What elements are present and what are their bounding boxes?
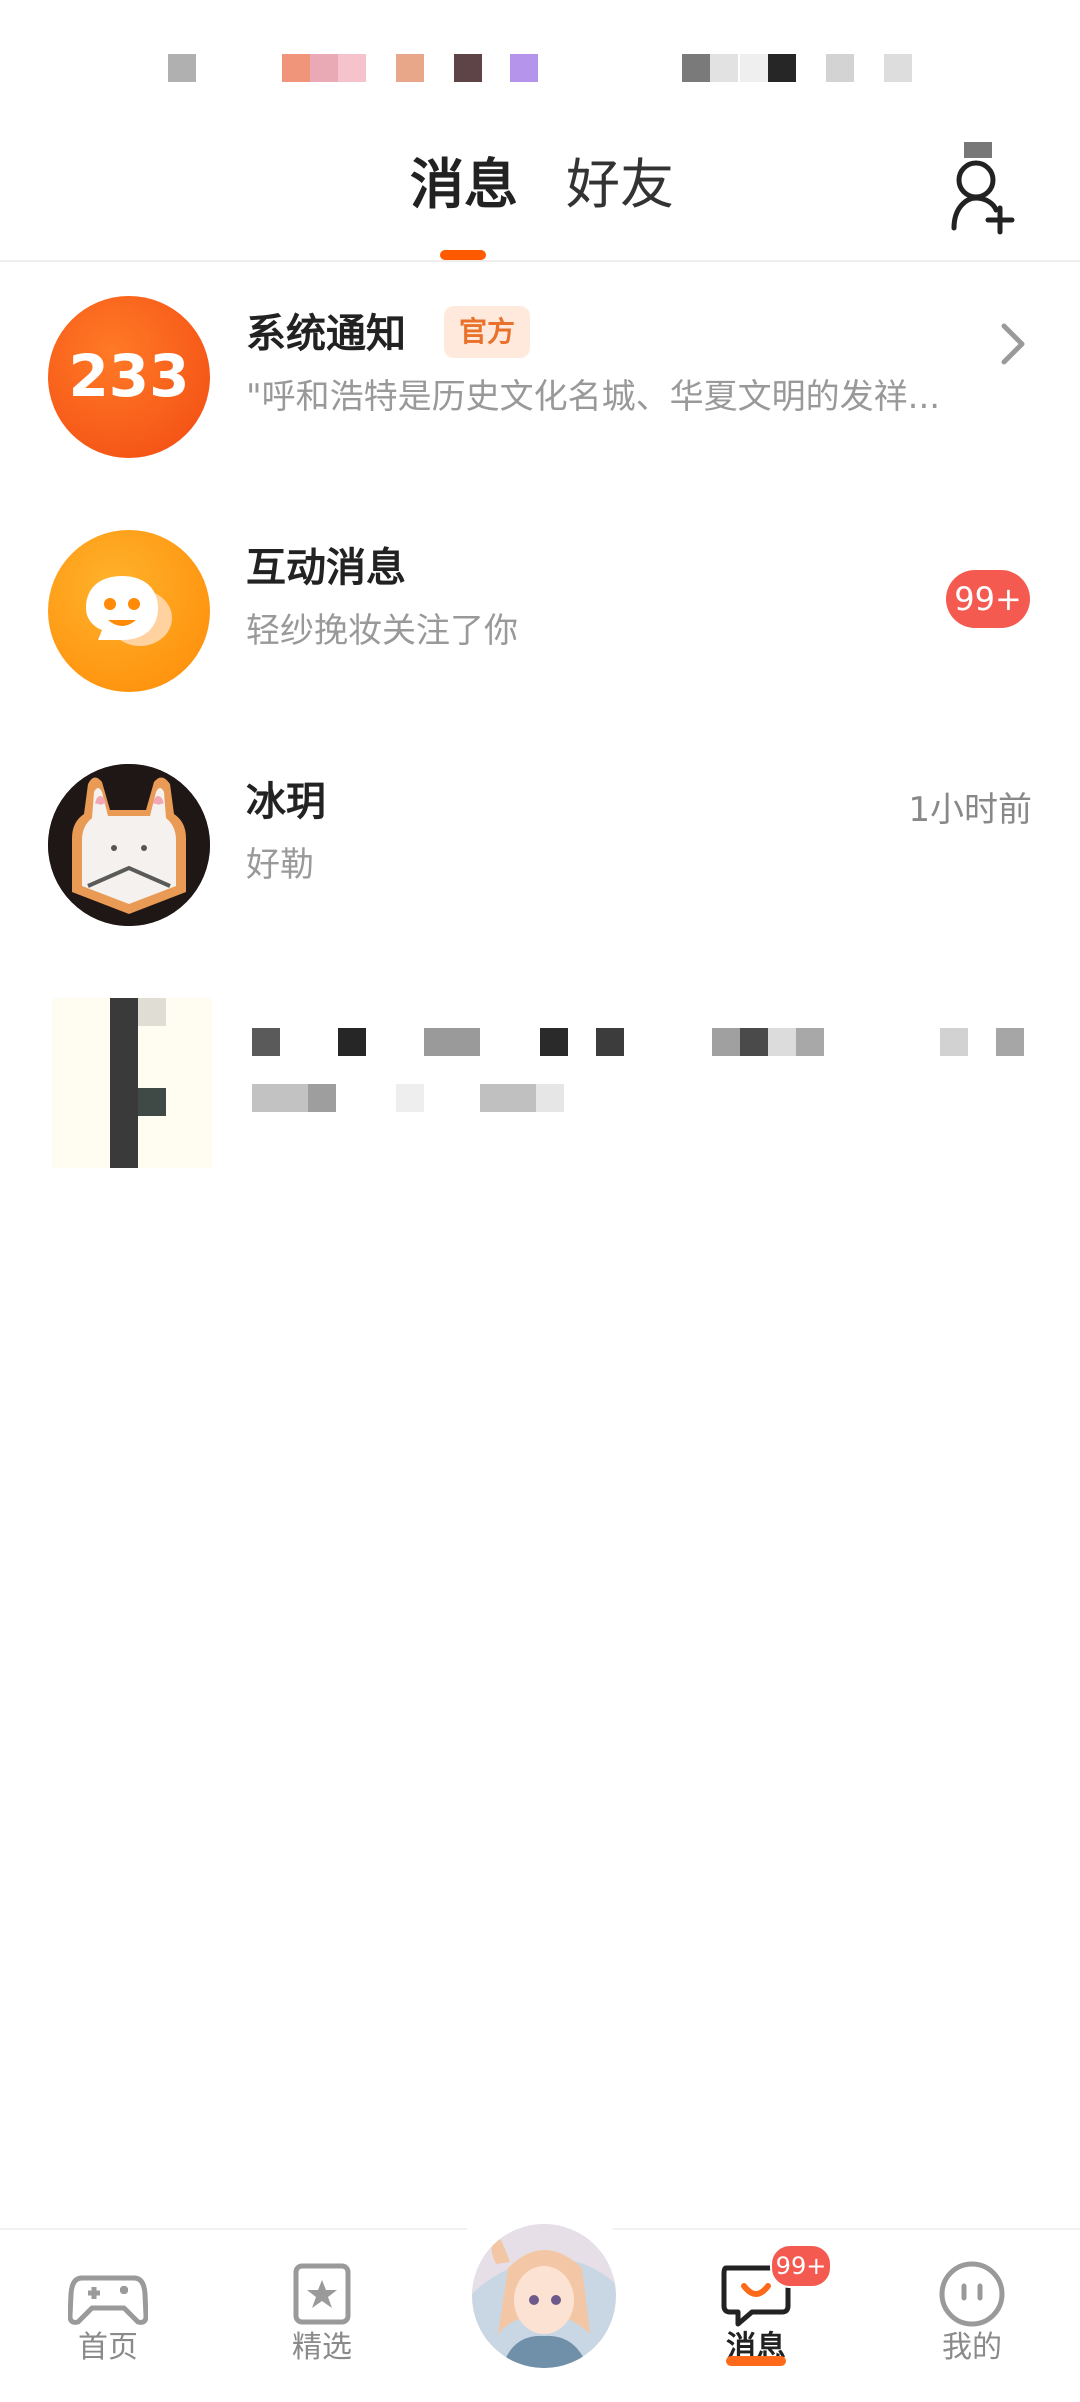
conversation-bingyue[interactable]: 冰玥 好勒 1小时前 (0, 734, 1080, 934)
status-pixel (740, 54, 768, 82)
status-bar (0, 0, 1080, 130)
nav-label: 精选 (292, 2330, 352, 2365)
active-tab-indicator (440, 250, 486, 260)
obscured-text-block (596, 1028, 624, 1056)
obscured-text-block (940, 1028, 968, 1056)
obscured-text-block (308, 1084, 336, 1112)
status-pixel (826, 54, 854, 82)
status-pixel (682, 54, 710, 82)
conversation-preview: 轻纱挽妆关注了你 (246, 611, 518, 651)
avatar-233-text: 233 (68, 342, 189, 410)
unread-badge: 99+ (946, 570, 1030, 628)
avatar-233: 233 (48, 296, 210, 458)
conversation-title: 冰玥 (246, 779, 326, 825)
obscured-text-block (252, 1084, 308, 1112)
nav-me[interactable]: 我的 (902, 2230, 1042, 2402)
conversation-title: 互动消息 (246, 545, 406, 591)
face-icon (932, 2260, 1012, 2330)
obscured-text-block (424, 1028, 480, 1056)
conversation-obscured[interactable] (0, 968, 1080, 1168)
obscured-text-block (796, 1028, 824, 1056)
conversation-system-notice[interactable]: 233 系统通知 官方 "呼和浩特是历史文化名城、华夏文明的发祥... (0, 266, 1080, 466)
top-header: 消息 好友 (0, 130, 1080, 262)
conversation-title: 系统通知 (246, 311, 406, 357)
status-pixel (454, 54, 482, 82)
obscured-text-block (996, 1028, 1024, 1056)
status-pixel (396, 54, 424, 82)
add-person-icon[interactable] (946, 140, 1018, 240)
nav-active-indicator (726, 2356, 786, 2366)
rabbit-toast-avatar (48, 764, 210, 926)
obscured-text-block (740, 1028, 768, 1056)
tab-messages[interactable]: 消息 (410, 150, 518, 220)
obscured-text-block (396, 1084, 424, 1112)
chat-bubble-face-icon (48, 530, 210, 692)
obscured-avatar (52, 998, 212, 1168)
nav-label: 首页 (78, 2330, 138, 2365)
conversation-preview: "呼和浩特是历史文化名城、华夏文明的发祥... (246, 377, 941, 417)
nav-home[interactable]: 首页 (38, 2230, 178, 2402)
status-pixel (168, 54, 196, 82)
obscured-text-block (540, 1028, 568, 1056)
status-pixel (884, 54, 912, 82)
conversation-interaction[interactable]: 互动消息 轻纱挽妆关注了你 99+ (0, 500, 1080, 700)
chevron-right-icon (994, 314, 1034, 374)
gamepad-icon (67, 2260, 149, 2330)
obscured-text-block (338, 1028, 366, 1056)
status-pixel (768, 54, 796, 82)
status-pixel (338, 54, 366, 82)
status-pixel (282, 54, 310, 82)
status-pixel (710, 54, 738, 82)
nav-label: 我的 (942, 2330, 1002, 2365)
status-pixel (310, 54, 338, 82)
nav-unread-badge: 99+ (770, 2244, 832, 2288)
tab-friends[interactable]: 好友 (566, 150, 674, 220)
obscured-text-block (480, 1084, 536, 1112)
obscured-text-block (768, 1028, 796, 1056)
obscured-text-block (712, 1028, 740, 1056)
nav-featured[interactable]: 精选 (252, 2230, 392, 2402)
conversation-time: 1小时前 (908, 790, 1032, 830)
obscured-text-block (536, 1084, 564, 1112)
status-pixel (510, 54, 538, 82)
star-card-icon (282, 2260, 362, 2330)
official-badge: 官方 (444, 306, 530, 358)
conversation-preview: 好勒 (246, 845, 314, 885)
profile-avatar[interactable] (468, 2220, 620, 2372)
obscured-text-block (252, 1028, 280, 1056)
